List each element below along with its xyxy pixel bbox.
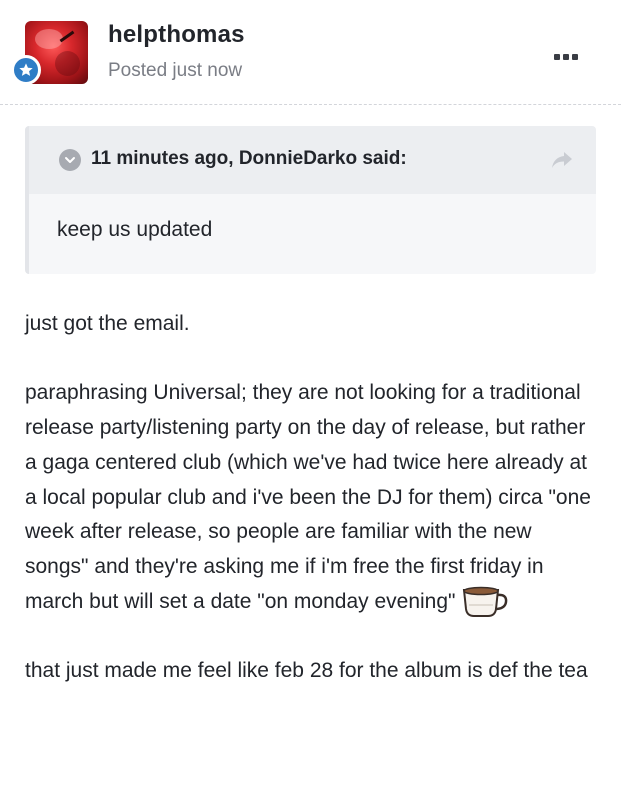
quote-header[interactable]: 11 minutes ago, DonnieDarko said: [29,126,596,194]
header-divider [0,104,621,105]
teacup-emoji [461,585,511,619]
star-icon [11,55,41,85]
share-arrow-icon[interactable] [551,151,573,169]
post-content: just got the email. paraphrasing Univers… [25,307,600,689]
avatar-shadow [55,51,80,76]
paragraph-2-text: paraphrasing Universal; they are not loo… [25,381,591,613]
more-options-icon[interactable] [554,52,578,62]
quote-block: 11 minutes ago, DonnieDarko said: keep u… [25,126,596,274]
username-link[interactable]: helpthomas [108,21,245,49]
paragraph-2: paraphrasing Universal; they are not loo… [25,376,600,619]
post-timestamp[interactable]: Posted just now [108,60,242,82]
paragraph-3: that just made me feel like feb 28 for t… [25,659,588,682]
quote-citation: 11 minutes ago, DonnieDarko said: [91,148,407,169]
paragraph-1: just got the email. [25,312,190,335]
quote-body: keep us updated [57,218,213,241]
chevron-down-icon[interactable] [59,149,81,171]
post-header: helpthomas Posted just now [0,0,621,104]
